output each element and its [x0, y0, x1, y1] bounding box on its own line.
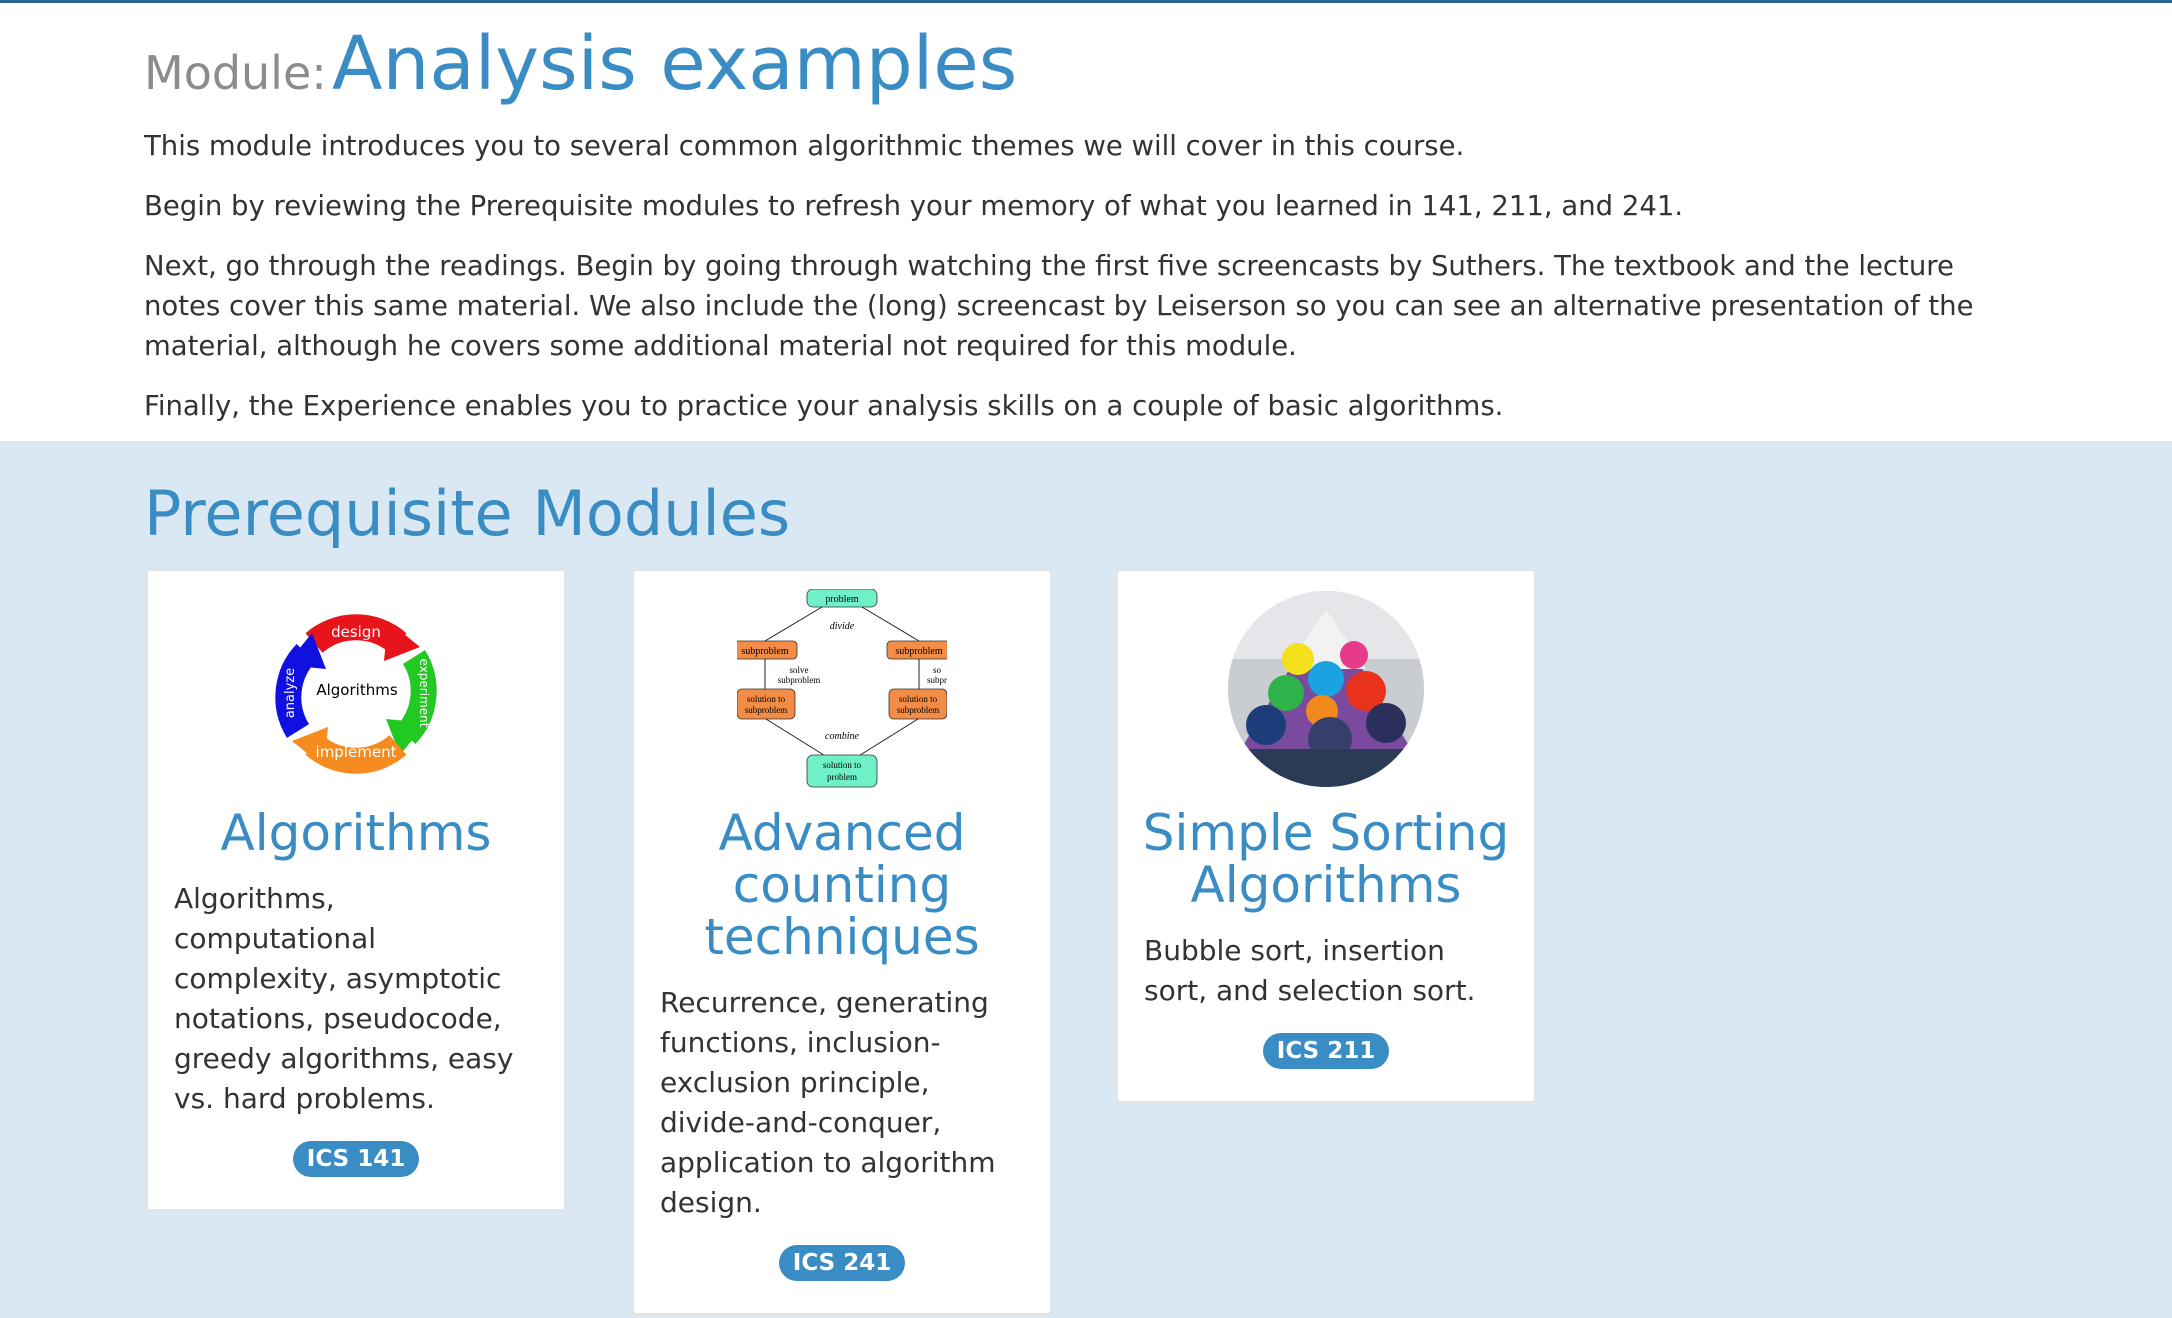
- module-title: Analysis examples: [331, 21, 1018, 107]
- node-solution: subproblem: [897, 705, 940, 715]
- label-implement: implement: [316, 743, 397, 761]
- divide-and-conquer-diagram: problem divide subproblem subproblem sol…: [634, 589, 1050, 789]
- card-title[interactable]: Simple Sorting Algorithms: [1138, 807, 1514, 911]
- intro-paragraph: This module introduces you to several co…: [144, 130, 1465, 162]
- intro-paragraph: Begin by reviewing the Prerequisite modu…: [144, 190, 1684, 222]
- algorithms-cycle-image: design implement experiment analyze Algo…: [148, 589, 564, 789]
- module-card-advanced-counting[interactable]: problem divide subproblem subproblem sol…: [632, 569, 1052, 1315]
- clothes-pile-image: [1118, 589, 1534, 789]
- node-final: solution to: [823, 760, 862, 770]
- card-description: Bubble sort, insertion sort, and selecti…: [1144, 934, 1476, 1007]
- prerequisite-section: Prerequisite Modules design implement ex…: [0, 441, 2172, 1318]
- node-solution: solution to: [899, 694, 938, 704]
- course-badge[interactable]: ICS 211: [1262, 1033, 1390, 1069]
- label-combine: combine: [825, 731, 859, 742]
- card-description: Algorithms, computational complexity, as…: [174, 882, 514, 1115]
- label-design: design: [331, 623, 381, 641]
- intro-paragraph: Next, go through the readings. Begin by …: [144, 250, 1974, 362]
- label-solve: subpr: [927, 675, 947, 685]
- node-subproblem: subproblem: [895, 646, 942, 657]
- node-solution: solution to: [747, 694, 786, 704]
- card-description: Recurrence, generating functions, inclus…: [660, 986, 996, 1219]
- course-badge[interactable]: ICS 241: [778, 1245, 906, 1281]
- module-card-simple-sorting[interactable]: Simple Sorting Algorithms Bubble sort, i…: [1116, 569, 1536, 1103]
- page-title: Module: Analysis examples: [144, 21, 1017, 107]
- label-analyze: analyze: [283, 668, 298, 718]
- label-divide: divide: [830, 621, 855, 632]
- card-title[interactable]: Advanced counting techniques: [654, 807, 1030, 963]
- card-title[interactable]: Algorithms: [168, 807, 544, 859]
- intro-paragraph: Finally, the Experience enables you to p…: [144, 390, 1504, 422]
- node-solution: subproblem: [745, 705, 788, 715]
- section-heading: Prerequisite Modules: [144, 477, 791, 550]
- label-solve: so: [933, 665, 942, 675]
- label-experiment: experiment: [417, 659, 431, 728]
- module-intro: Module: Analysis examples This module in…: [0, 3, 2172, 441]
- node-problem: problem: [825, 594, 859, 605]
- label-solve: solve: [790, 665, 809, 675]
- label-solve: subproblem: [778, 675, 821, 685]
- course-badge[interactable]: ICS 141: [292, 1141, 420, 1177]
- module-card-algorithms[interactable]: design implement experiment analyze Algo…: [146, 569, 566, 1211]
- node-final: problem: [827, 772, 857, 782]
- label-center: Algorithms: [316, 681, 397, 699]
- node-subproblem: subproblem: [741, 646, 788, 657]
- title-prefix: Module:: [144, 46, 327, 100]
